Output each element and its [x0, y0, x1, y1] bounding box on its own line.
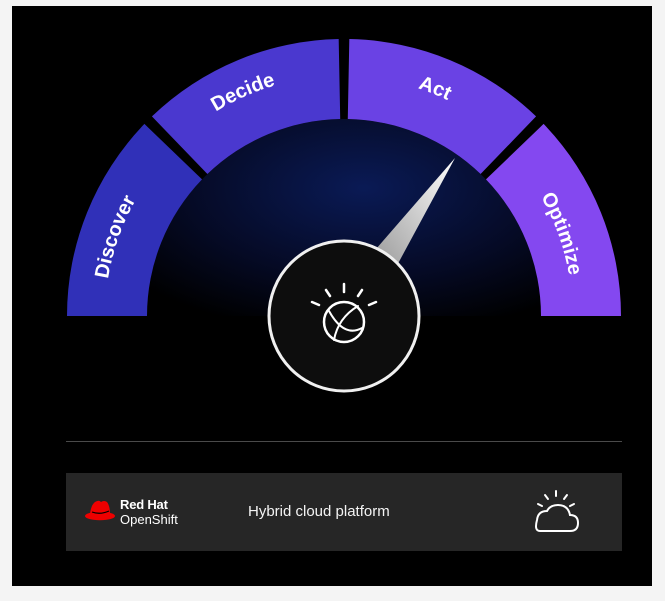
diagram-canvas: Discover Decide Act Optimize Red Hat Ope…	[12, 6, 652, 586]
gauge: DiscoverDecide ActOptimize	[67, 39, 621, 393]
divider	[66, 441, 622, 442]
red-hat-openshift-logo: Red Hat OpenShift	[84, 497, 214, 529]
gauge-hub	[267, 239, 421, 393]
cloud-sun-icon	[535, 490, 580, 532]
red-hat-icon	[85, 500, 115, 521]
brand-line1: Red Hat	[120, 497, 168, 512]
platform-bar: Red Hat OpenShift Hybrid cloud platform	[66, 473, 622, 551]
platform-label: Hybrid cloud platform	[248, 503, 390, 520]
brand-line2: OpenShift	[120, 512, 178, 527]
